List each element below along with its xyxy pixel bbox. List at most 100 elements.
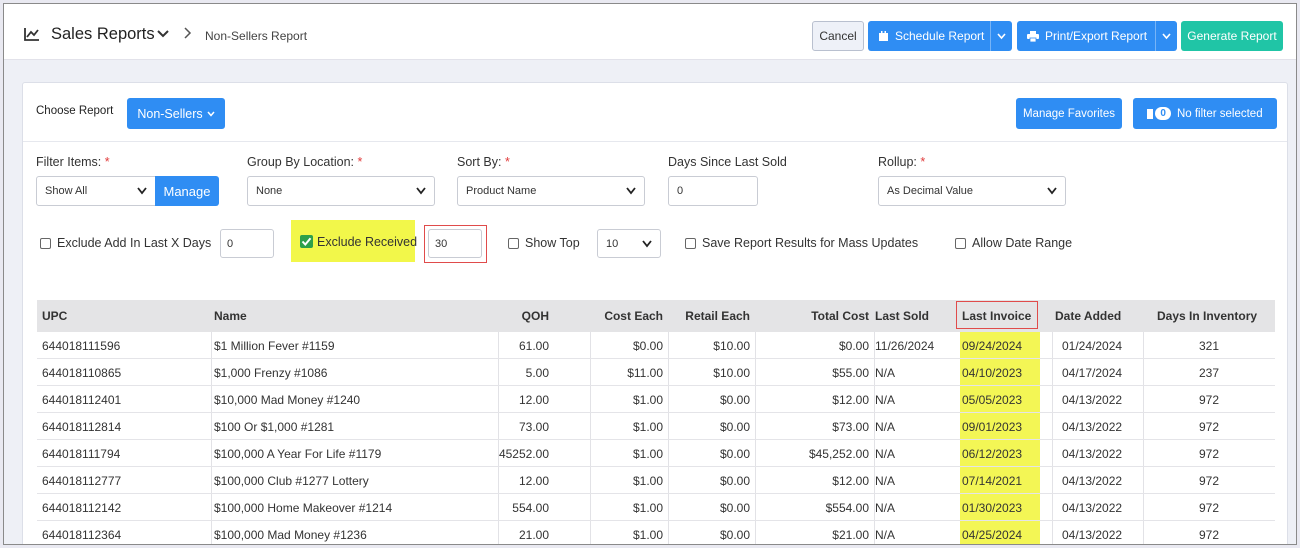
exclude-add-days-value: 0 bbox=[227, 237, 234, 250]
table-header: UPC Name QOH Cost Each Retail Each Total… bbox=[37, 300, 1275, 332]
cell-retail-each: $10.00 bbox=[713, 339, 750, 353]
cell-days-in-inventory: 972 bbox=[1198, 474, 1219, 488]
cell-name: $100,000 Club #1277 Lottery bbox=[214, 474, 369, 488]
cell-retail-each: $0.00 bbox=[719, 474, 750, 488]
exclude-received-days-input[interactable]: 30 bbox=[428, 229, 482, 258]
cell-qoh: 73.00 bbox=[518, 420, 549, 434]
cell-last-sold: N/A bbox=[875, 420, 896, 434]
cell-retail-each: $0.00 bbox=[719, 420, 750, 434]
show-top-checkbox[interactable] bbox=[508, 238, 519, 249]
save-results-checkbox[interactable] bbox=[685, 238, 696, 249]
col-name[interactable]: Name bbox=[214, 309, 247, 323]
cell-last-invoice: 07/14/2021 bbox=[962, 474, 1023, 488]
cell-last-invoice: 06/12/2023 bbox=[962, 447, 1023, 461]
cell-date-added: 04/13/2022 bbox=[1062, 447, 1123, 461]
app-window: Sales Reports Non-Sellers Report Cancel … bbox=[3, 3, 1297, 545]
report-select-button[interactable]: Non-Sellers bbox=[127, 98, 225, 129]
cell-date-added: 01/24/2024 bbox=[1062, 339, 1123, 353]
report-select-label: Non-Sellers bbox=[137, 106, 203, 121]
cell-upc: 644018110865 bbox=[42, 366, 122, 380]
exclude-received-label: Exclude Received bbox=[317, 235, 418, 249]
table-row[interactable]: 644018112814 $100 Or $1,000 #1281 73.00 $1.… bbox=[37, 413, 1275, 440]
table-row[interactable]: 644018112401 $10,000 Mad Money #1240 12.00… bbox=[37, 386, 1275, 413]
cell-qoh: 21.00 bbox=[518, 528, 549, 542]
col-days-in-inventory[interactable]: Days In Inventory bbox=[1157, 309, 1257, 323]
chevron-down-icon bbox=[137, 187, 147, 195]
cell-name: $100 Or $1,000 #1281 bbox=[214, 420, 335, 434]
cell-last-invoice: 09/24/2024 bbox=[962, 339, 1023, 353]
col-qoh[interactable]: QOH bbox=[522, 309, 549, 323]
cell-upc: 644018112364 bbox=[42, 528, 122, 542]
manage-favorites-button[interactable]: Manage Favorites bbox=[1016, 98, 1122, 129]
table-row[interactable]: 644018110865 $1,000 Frenzy #1086 5.00 $11.0… bbox=[37, 359, 1275, 386]
col-total-cost[interactable]: Total Cost bbox=[811, 309, 869, 323]
cell-last-sold: N/A bbox=[875, 366, 896, 380]
cell-cost-each: $0.00 bbox=[632, 339, 663, 353]
cell-last-sold: N/A bbox=[875, 501, 896, 515]
days-since-input[interactable]: 0 bbox=[668, 176, 758, 206]
cell-last-sold: N/A bbox=[875, 474, 896, 488]
exclude-received-checkbox[interactable] bbox=[300, 235, 313, 248]
exclude-received-days-value: 30 bbox=[435, 237, 448, 250]
exclude-add-label: Exclude Add In Last X Days bbox=[57, 236, 212, 250]
cell-last-invoice: 01/30/2023 bbox=[962, 501, 1023, 515]
cell-retail-each: $10.00 bbox=[713, 366, 750, 380]
cancel-button[interactable]: Cancel bbox=[812, 21, 864, 51]
cell-cost-each: $11.00 bbox=[627, 366, 663, 380]
report-panel: Choose Report Non-Sellers Manage Favorit… bbox=[22, 82, 1288, 544]
sort-by-label: Sort By: * bbox=[457, 155, 510, 169]
col-last-sold[interactable]: Last Sold bbox=[875, 309, 929, 323]
chevron-down-icon bbox=[416, 187, 426, 195]
cell-days-in-inventory: 972 bbox=[1198, 447, 1219, 461]
checkmark-icon bbox=[301, 237, 312, 247]
cell-name: $100,000 Mad Money #1236 bbox=[214, 528, 367, 542]
allow-date-range-checkbox[interactable] bbox=[955, 238, 966, 249]
manage-filter-button[interactable]: Manage bbox=[155, 176, 219, 206]
filter-status-label: No filter selected bbox=[1176, 107, 1263, 120]
show-top-select[interactable]: 10 bbox=[597, 229, 661, 258]
print-export-label: Print/Export Report bbox=[1045, 29, 1148, 43]
cell-qoh: 12.00 bbox=[518, 393, 549, 407]
schedule-dropdown-toggle[interactable] bbox=[990, 21, 1012, 51]
table-row[interactable]: 644018112777 $100,000 Club #1277 Lottery 1… bbox=[37, 467, 1275, 494]
col-date-added[interactable]: Date Added bbox=[1055, 309, 1121, 323]
top-bar: Sales Reports Non-Sellers Report Cancel … bbox=[4, 4, 1296, 60]
cell-retail-each: $0.00 bbox=[719, 393, 750, 407]
col-cost-each[interactable]: Cost Each bbox=[604, 309, 663, 323]
generate-report-button[interactable]: Generate Report bbox=[1181, 21, 1283, 51]
filter-status-button[interactable]: 0 No filter selected bbox=[1133, 98, 1277, 129]
table-row[interactable]: 644018111794 $100,000 A Year For Life #11… bbox=[37, 440, 1275, 467]
cell-retail-each: $0.00 bbox=[719, 501, 750, 515]
table-row[interactable]: 644018111596 $1 Million Fever #1159 61.00 $… bbox=[37, 332, 1275, 359]
cell-upc: 644018111794 bbox=[42, 447, 121, 461]
cell-qoh: 61.00 bbox=[518, 339, 549, 353]
printer-icon bbox=[1027, 30, 1039, 42]
rollup-select[interactable]: As Decimal Value bbox=[878, 176, 1066, 206]
cell-total-cost: $554.00 bbox=[825, 501, 869, 515]
filter-items-value: Show All bbox=[45, 185, 88, 197]
sort-by-select[interactable]: Product Name bbox=[457, 176, 645, 206]
cell-name: $100,000 A Year For Life #1179 bbox=[214, 447, 382, 461]
col-upc[interactable]: UPC bbox=[42, 309, 67, 323]
table-row[interactable]: 644018112142 $100,000 Home Makeover #1214… bbox=[37, 494, 1275, 521]
chevron-down-icon bbox=[207, 111, 215, 117]
print-dropdown-toggle[interactable] bbox=[1155, 21, 1177, 51]
schedule-report-button[interactable]: Schedule Report bbox=[868, 21, 1012, 51]
table-row[interactable]: 644018112364 $100,000 Mad Money #1236 21.0… bbox=[37, 521, 1275, 544]
col-retail-each[interactable]: Retail Each bbox=[685, 309, 750, 323]
print-export-button[interactable]: Print/Export Report bbox=[1017, 21, 1177, 51]
cell-last-invoice: 05/05/2023 bbox=[962, 393, 1023, 407]
chevron-down-icon[interactable] bbox=[157, 29, 169, 39]
cell-date-added: 04/13/2022 bbox=[1062, 474, 1123, 488]
cell-last-sold: 11/26/2024 bbox=[875, 339, 935, 353]
page-title: Sales Reports bbox=[51, 25, 155, 43]
exclude-add-days-input[interactable]: 0 bbox=[220, 229, 274, 258]
cell-date-added: 04/17/2024 bbox=[1062, 366, 1123, 380]
rollup-label: Rollup: * bbox=[878, 155, 926, 169]
cell-qoh: 5.00 bbox=[525, 366, 549, 380]
cell-days-in-inventory: 972 bbox=[1198, 393, 1219, 407]
group-by-select[interactable]: None bbox=[247, 176, 435, 206]
exclude-add-checkbox[interactable] bbox=[40, 238, 51, 249]
cell-last-invoice: 04/10/2023 bbox=[962, 366, 1023, 380]
filter-items-select[interactable]: Show All bbox=[36, 176, 156, 206]
